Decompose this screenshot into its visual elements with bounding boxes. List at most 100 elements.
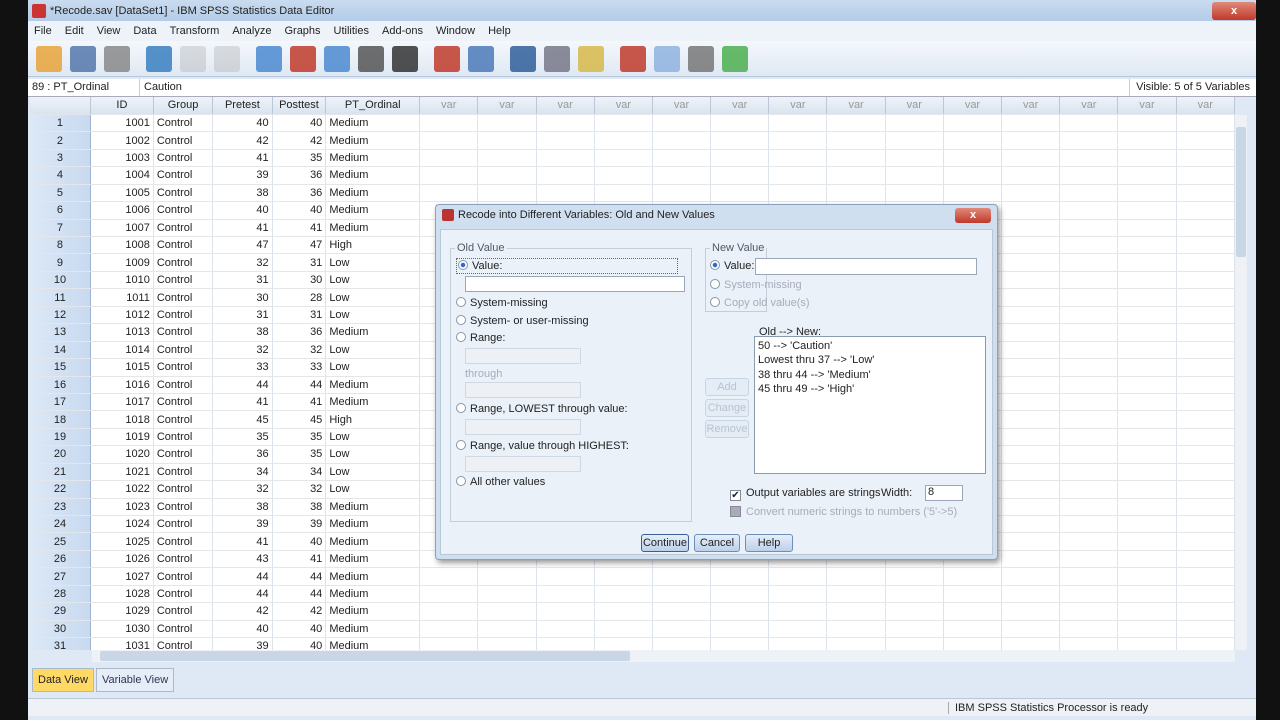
cell-id[interactable]: 1026 bbox=[90, 550, 154, 569]
save-icon[interactable] bbox=[70, 45, 96, 72]
cell-pretest[interactable]: 39 bbox=[212, 166, 273, 185]
cell-posttest[interactable]: 36 bbox=[272, 184, 327, 203]
cell-group[interactable]: Control bbox=[153, 393, 214, 412]
cell-empty[interactable] bbox=[594, 114, 653, 133]
cell-empty[interactable] bbox=[1059, 393, 1119, 412]
cell-group[interactable]: Control bbox=[153, 184, 214, 203]
row-number[interactable]: 26 bbox=[30, 550, 91, 569]
row-number[interactable]: 5 bbox=[30, 184, 91, 203]
row-number[interactable]: 12 bbox=[30, 306, 91, 325]
cell-empty[interactable] bbox=[1117, 114, 1177, 133]
cell-posttest[interactable]: 32 bbox=[272, 480, 327, 499]
cell-empty[interactable] bbox=[536, 602, 595, 621]
select-cases-icon[interactable] bbox=[578, 45, 604, 72]
cell-id[interactable]: 1007 bbox=[90, 219, 154, 238]
cell-id[interactable]: 1005 bbox=[90, 184, 154, 203]
cell-id[interactable]: 1022 bbox=[90, 480, 154, 499]
cell-empty[interactable] bbox=[826, 184, 886, 203]
goto-case-icon[interactable] bbox=[256, 45, 282, 72]
list-item[interactable]: Lowest thru 37 --> 'Low' bbox=[758, 354, 982, 368]
cell-empty[interactable] bbox=[1117, 131, 1177, 150]
new-value-input[interactable] bbox=[755, 258, 977, 275]
cell-group[interactable]: Control bbox=[153, 306, 214, 325]
list-item[interactable]: 38 thru 44 --> 'Medium' bbox=[758, 369, 982, 383]
cell-empty[interactable] bbox=[1001, 637, 1061, 650]
cell-id[interactable]: 1023 bbox=[90, 498, 154, 517]
cell-empty[interactable] bbox=[1059, 288, 1119, 307]
cell-empty[interactable] bbox=[1176, 498, 1235, 517]
help-button[interactable]: Help bbox=[745, 534, 793, 552]
cell-group[interactable]: Control bbox=[153, 271, 214, 290]
cell-group[interactable]: Control bbox=[153, 498, 214, 517]
cell-empty[interactable] bbox=[1117, 498, 1177, 517]
column-header-var[interactable]: var bbox=[710, 97, 770, 115]
cell-group[interactable]: Control bbox=[153, 201, 214, 220]
cell-empty[interactable] bbox=[1059, 585, 1119, 604]
cell-empty[interactable] bbox=[477, 166, 537, 185]
cell-empty[interactable] bbox=[943, 602, 1003, 621]
cell-group[interactable]: Control bbox=[153, 341, 214, 360]
cell-empty[interactable] bbox=[768, 114, 828, 133]
cell-empty[interactable] bbox=[1059, 149, 1119, 168]
cell-empty[interactable] bbox=[652, 149, 712, 168]
cell-empty[interactable] bbox=[1059, 602, 1119, 621]
old-new-list[interactable]: 50 --> 'Caution' Lowest thru 37 --> 'Low'… bbox=[754, 336, 986, 474]
cell-pretest[interactable]: 42 bbox=[212, 602, 273, 621]
cell-empty[interactable] bbox=[594, 637, 653, 650]
cell-pretest[interactable]: 35 bbox=[212, 428, 273, 447]
cell-posttest[interactable]: 30 bbox=[272, 271, 327, 290]
cell-empty[interactable] bbox=[1001, 567, 1061, 586]
cell-empty[interactable] bbox=[1176, 532, 1235, 551]
cell-empty[interactable] bbox=[1176, 480, 1235, 499]
range-highest-radio[interactable]: Range, value through HIGHEST: bbox=[456, 440, 629, 452]
cell-empty[interactable] bbox=[943, 149, 1003, 168]
cell-empty[interactable] bbox=[826, 620, 886, 639]
cell-empty[interactable] bbox=[1176, 166, 1235, 185]
column-header-var[interactable]: var bbox=[1059, 97, 1119, 115]
list-item[interactable]: 50 --> 'Caution' bbox=[758, 340, 982, 354]
cell-group[interactable]: Control bbox=[153, 253, 214, 272]
cell-empty[interactable] bbox=[536, 149, 595, 168]
cell-empty[interactable] bbox=[1001, 184, 1061, 203]
cell-id[interactable]: 1025 bbox=[90, 532, 154, 551]
cell-pretest[interactable]: 39 bbox=[212, 515, 273, 534]
undo-icon[interactable] bbox=[180, 45, 206, 72]
cell-empty[interactable] bbox=[1176, 184, 1235, 203]
cell-empty[interactable] bbox=[1176, 219, 1235, 238]
cell-empty[interactable] bbox=[1059, 463, 1119, 482]
cell-pretest[interactable]: 44 bbox=[212, 585, 273, 604]
cell-group[interactable]: Control bbox=[153, 166, 214, 185]
old-system-missing-radio[interactable]: System-missing bbox=[456, 297, 548, 309]
cell-empty[interactable] bbox=[594, 567, 653, 586]
cell-id[interactable]: 1003 bbox=[90, 149, 154, 168]
cell-empty[interactable] bbox=[536, 637, 595, 650]
cell-pretest[interactable]: 32 bbox=[212, 341, 273, 360]
cell-posttest[interactable]: 41 bbox=[272, 219, 327, 238]
cell-empty[interactable] bbox=[1001, 236, 1061, 255]
cell-pt_ordinal[interactable]: Medium bbox=[325, 114, 421, 133]
cell-id[interactable]: 1012 bbox=[90, 306, 154, 325]
cell-id[interactable]: 1008 bbox=[90, 236, 154, 255]
insert-variable-icon[interactable] bbox=[468, 45, 494, 72]
print-icon[interactable] bbox=[104, 45, 130, 72]
cell-empty[interactable] bbox=[1117, 184, 1177, 203]
cell-empty[interactable] bbox=[1001, 323, 1061, 342]
cell-empty[interactable] bbox=[826, 166, 886, 185]
cell-empty[interactable] bbox=[768, 131, 828, 150]
cell-pretest[interactable]: 40 bbox=[212, 201, 273, 220]
range-highest-input[interactable] bbox=[465, 456, 581, 472]
cell-empty[interactable] bbox=[1176, 637, 1235, 650]
menu-window[interactable]: Window bbox=[436, 25, 475, 37]
cell-empty[interactable] bbox=[652, 585, 712, 604]
cell-empty[interactable] bbox=[1001, 410, 1061, 429]
cell-empty[interactable] bbox=[652, 602, 712, 621]
cell-group[interactable]: Control bbox=[153, 620, 214, 639]
cell-empty[interactable] bbox=[885, 620, 944, 639]
cell-pretest[interactable]: 32 bbox=[212, 480, 273, 499]
row-number[interactable]: 6 bbox=[30, 201, 91, 220]
cell-empty[interactable] bbox=[477, 602, 537, 621]
cell-id[interactable]: 1027 bbox=[90, 567, 154, 586]
cell-posttest[interactable]: 38 bbox=[272, 498, 327, 517]
row-number[interactable]: 13 bbox=[30, 323, 91, 342]
cell-id[interactable]: 1017 bbox=[90, 393, 154, 412]
